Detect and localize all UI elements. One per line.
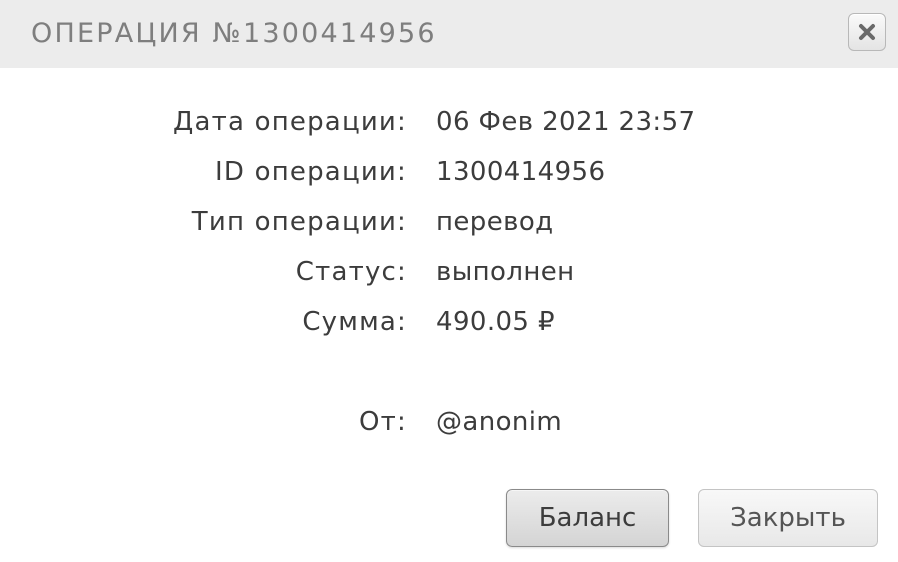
close-button[interactable] [848,13,886,51]
close-dialog-button[interactable]: Закрыть [698,489,878,547]
close-icon [859,24,875,40]
dialog-header: ОПЕРАЦИЯ №1300414956 [0,0,898,68]
date-value: 06 Фев 2021 23:57 [436,107,696,137]
id-label: ID операции: [215,157,407,187]
row-sender: От: @anonim [0,402,898,442]
operation-dialog: ОПЕРАЦИЯ №1300414956 Дата операции: 06 Ф… [0,0,898,562]
type-label: Тип операции: [191,207,407,237]
row-date: Дата операции: 06 Фев 2021 23:57 [0,102,898,142]
dialog-title: ОПЕРАЦИЯ №1300414956 [31,18,437,49]
date-label: Дата операции: [173,107,407,137]
row-type: Тип операции: перевод [0,202,898,242]
sender-value: @anonim [436,407,563,437]
sender-label: От: [359,407,407,437]
balance-button[interactable]: Баланс [506,489,669,547]
row-id: ID операции: 1300414956 [0,152,898,192]
id-value: 1300414956 [436,157,606,187]
row-amount: Сумма: 490.05 ₽ [0,302,898,342]
row-status: Статус: выполнен [0,252,898,292]
status-value: выполнен [436,257,575,287]
status-label: Статус: [295,257,407,287]
amount-label: Сумма: [302,307,407,337]
type-value: перевод [436,207,554,237]
amount-value: 490.05 ₽ [436,307,555,337]
